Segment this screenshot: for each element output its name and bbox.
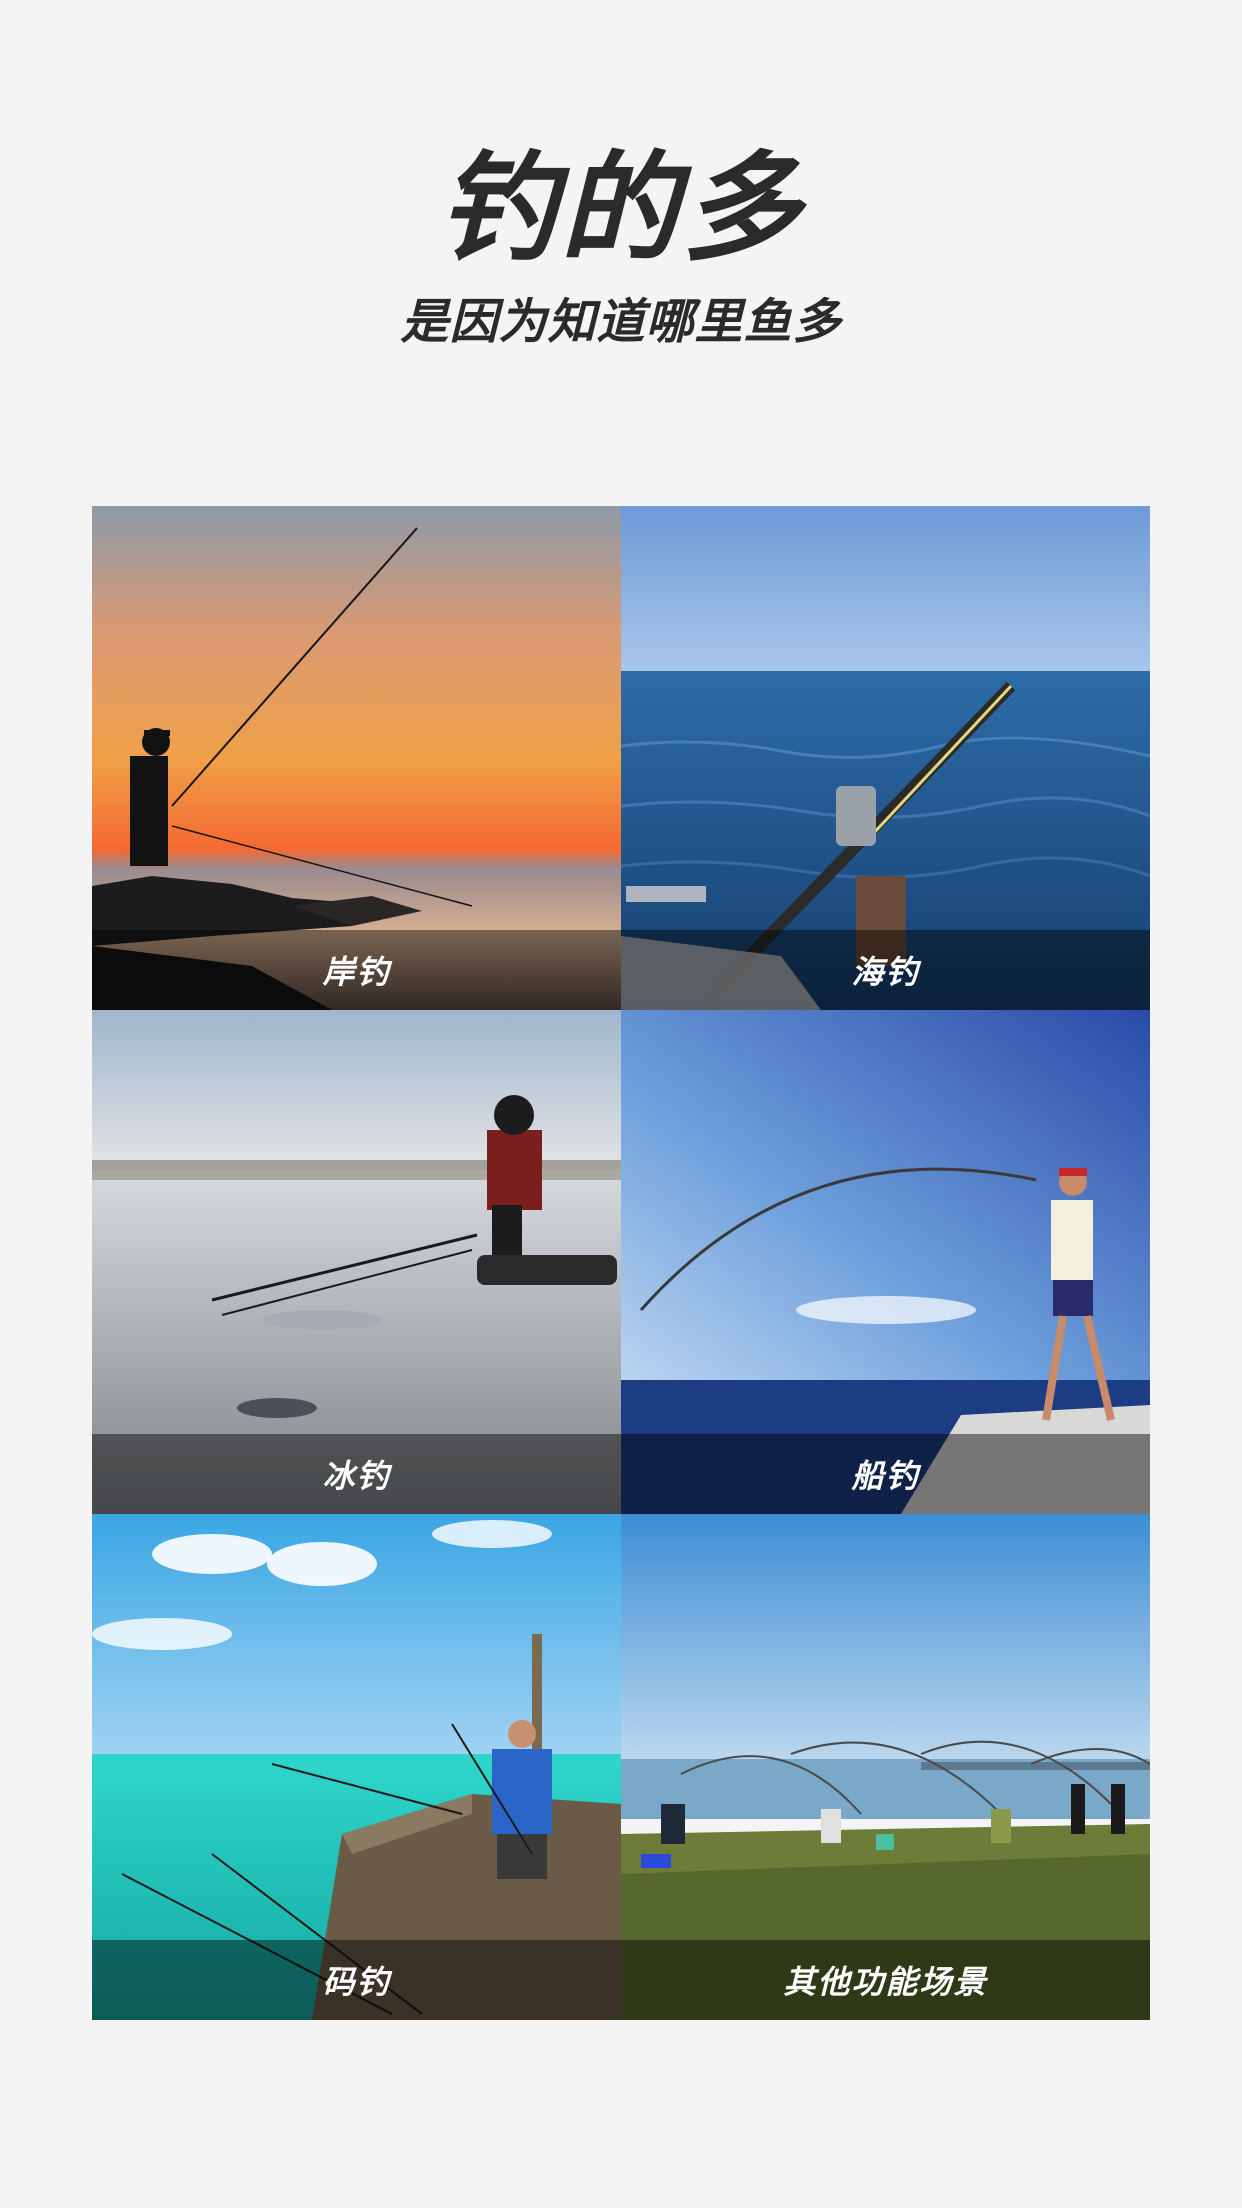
caption-bar: 岸钓 xyxy=(92,930,621,1010)
scene-card-ice[interactable]: 冰钓 xyxy=(92,1010,621,1514)
scene-card-pier[interactable]: 码钓 xyxy=(92,1514,621,2020)
caption-bar: 冰钓 xyxy=(92,1434,621,1514)
scene-label: 船钓 xyxy=(851,1457,920,1495)
scene-label: 岸钓 xyxy=(322,953,391,991)
scene-label: 其他功能场景 xyxy=(783,1963,988,2001)
scene-card-shore[interactable]: 岸钓 xyxy=(92,506,621,1010)
caption-bar: 海钓 xyxy=(621,930,1150,1010)
scene-label: 海钓 xyxy=(851,953,920,991)
caption-bar: 其他功能场景 xyxy=(621,1940,1150,2020)
caption-bar: 码钓 xyxy=(92,1940,621,2020)
page-subtitle: 是因为知道哪里鱼多 xyxy=(400,294,842,350)
page-title: 钓的多 xyxy=(437,139,804,277)
scene-label: 冰钓 xyxy=(322,1457,391,1495)
caption-bar: 船钓 xyxy=(621,1434,1150,1514)
scene-grid: 岸钓 海钓 冰钓 船钓 码钓 其他功能场景 xyxy=(92,506,1150,2020)
scene-card-sea[interactable]: 海钓 xyxy=(621,506,1150,1010)
scene-card-other[interactable]: 其他功能场景 xyxy=(621,1514,1150,2020)
scene-label: 码钓 xyxy=(322,1963,391,2001)
scene-card-boat[interactable]: 船钓 xyxy=(621,1010,1150,1514)
